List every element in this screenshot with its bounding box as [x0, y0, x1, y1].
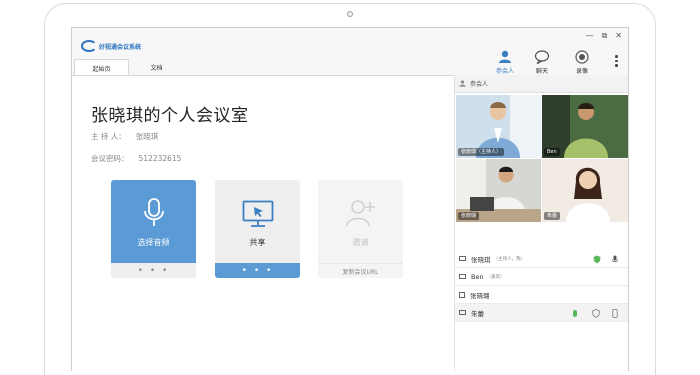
participants-panel: 参会人 张晓琪（主持人） Ben 张晓璐 朱蕾 张晓琪 （主持人，我） Ben … [454, 75, 628, 371]
participants-label: 参会人 [495, 68, 514, 75]
card-footer-text: 复制会议URL [342, 268, 379, 276]
video-tile[interactable]: 张晓琪（主持人） [456, 95, 541, 158]
tab-label: 文档 [150, 65, 163, 72]
screen-icon [459, 310, 466, 315]
password-info: 会议密码： 512232615 [91, 153, 181, 164]
host-label: 主 持 人： [91, 132, 126, 141]
close-button[interactable]: ✕ [615, 31, 622, 41]
list-item[interactable]: Ben （嘉宾） [455, 268, 628, 286]
minimize-button[interactable]: — [586, 31, 594, 41]
copy-meeting-url-button[interactable]: 复制会议URL [318, 263, 403, 278]
phone-icon [612, 309, 618, 318]
panel-title: 参会人 [470, 81, 489, 88]
host-info: 主 持 人： 张晓琪 [91, 131, 158, 142]
shield-icon [593, 255, 601, 264]
microphone-icon[interactable] [612, 255, 618, 264]
tab-divider [72, 75, 454, 76]
video-name-tag: 张晓璐 [458, 212, 480, 220]
participants-button[interactable]: 参会人 [491, 50, 519, 75]
video-name-tag: 朱蕾 [544, 212, 561, 220]
list-item[interactable]: 张晓璐 [455, 286, 628, 304]
password-value: 512232615 [138, 154, 182, 163]
video-tile[interactable]: Ben [542, 95, 628, 158]
participants-icon [459, 80, 466, 87]
video-tile[interactable]: 朱蕾 [542, 159, 628, 222]
tab-label: 起始页 [92, 65, 111, 73]
chat-label: 聊天 [535, 68, 548, 75]
more-menu-icon[interactable] [615, 55, 618, 69]
list-item[interactable]: 朱蕾 [455, 304, 628, 322]
logo-icon [81, 40, 97, 52]
record-icon [575, 50, 589, 64]
app-logo: 好视通会议系统 [81, 40, 141, 52]
chat-button[interactable]: 聊天 [528, 50, 556, 75]
card-footer-text: • • • [241, 265, 274, 276]
video-name-tag: 张晓琪（主持人） [458, 148, 505, 156]
password-label: 会议密码： [91, 154, 129, 163]
participant-name: 朱蕾 [471, 309, 484, 318]
panel-header: 参会人 [455, 75, 628, 93]
participant-role: （嘉宾） [486, 274, 505, 280]
participant-list: 张晓琪 （主持人，我） Ben （嘉宾） 张晓璐 朱蕾 [455, 250, 628, 322]
participant-role: （主持人，我） [493, 256, 526, 262]
tab-bar: 起始页 文档 [72, 59, 184, 76]
share-card[interactable]: 共享 • • • [215, 180, 300, 278]
card-footer-text: • • • [137, 265, 170, 276]
window-controls: — ⧉ ✕ [586, 31, 622, 41]
tab-start-page[interactable]: 起始页 [74, 59, 129, 76]
participant-name: 张晓璐 [470, 291, 490, 300]
checkbox-icon[interactable] [459, 291, 465, 298]
camera-icon [347, 11, 353, 17]
record-button[interactable]: 录像 [568, 50, 596, 75]
shield-icon [592, 309, 600, 318]
microphone-icon [143, 198, 164, 226]
restore-button[interactable]: ⧉ [602, 31, 608, 41]
screen-share-icon [242, 200, 273, 227]
audio-options-button[interactable]: • • • [111, 263, 196, 278]
participants-icon [499, 50, 511, 63]
chat-icon [534, 50, 550, 64]
card-label: 邀请 [352, 238, 369, 247]
participant-name: Ben [471, 272, 484, 281]
app-window: 好视通会议系统 — ⧉ ✕ 参会人 聊天 录像 起始页 文档 张晓琪的个人会议室… [71, 27, 629, 371]
card-face: 邀请 [318, 180, 403, 263]
card-face: 选择音频 [111, 180, 196, 263]
hand-icon [573, 310, 577, 317]
record-label: 录像 [575, 68, 588, 75]
select-audio-card[interactable]: 选择音频 • • • [111, 180, 196, 278]
card-label: 选择音频 [137, 238, 170, 247]
list-item[interactable]: 张晓琪 （主持人，我） [455, 250, 628, 268]
screen-icon [459, 274, 466, 279]
host-value: 张晓琪 [135, 132, 159, 141]
page-title: 张晓琪的个人会议室 [91, 106, 249, 126]
logo-text: 好视通会议系统 [99, 43, 142, 51]
add-user-icon [345, 200, 375, 227]
share-options-button[interactable]: • • • [215, 263, 300, 278]
tab-documents[interactable]: 文档 [129, 59, 184, 76]
video-tile[interactable]: 张晓璐 [456, 159, 541, 222]
screen-icon [459, 256, 466, 261]
card-label: 共享 [249, 238, 266, 247]
card-face: 共享 [215, 180, 300, 263]
participant-name: 张晓琪 [471, 255, 491, 264]
video-name-tag: Ben [544, 148, 560, 156]
invite-card[interactable]: 邀请 复制会议URL [318, 180, 403, 278]
